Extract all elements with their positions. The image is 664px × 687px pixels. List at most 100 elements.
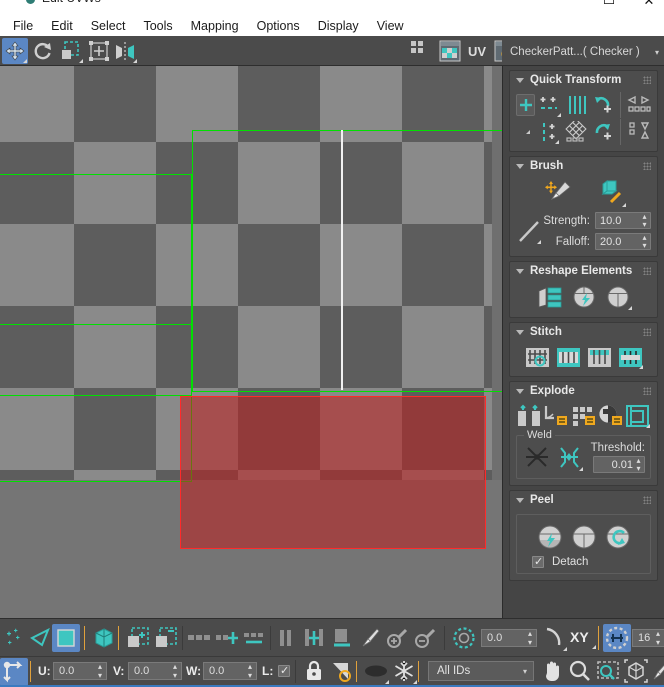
- pinch-ring-alt-button[interactable]: [328, 624, 356, 652]
- paint-select-inc-button[interactable]: [384, 624, 412, 652]
- straighten-vertical-icon[interactable]: [566, 92, 588, 118]
- explode-by-material-icon[interactable]: [598, 403, 624, 429]
- brush-falloff-input[interactable]: 20.0 ▴ ▾: [595, 233, 651, 250]
- rollout-header[interactable]: Peel: [510, 491, 657, 509]
- zoom-region-icon-button[interactable]: [594, 657, 622, 685]
- paint-select-dec-button[interactable]: [412, 624, 440, 652]
- rotate-counterclockwise-icon[interactable]: [592, 92, 614, 118]
- spinner-arrows[interactable]: ▴ ▾: [169, 662, 181, 680]
- spinner-arrows[interactable]: ▴ ▾: [633, 456, 644, 473]
- drag-grip-icon[interactable]: [643, 387, 651, 395]
- explode-by-polygon-icon[interactable]: [570, 403, 596, 429]
- collapse-triangle-icon[interactable]: [516, 329, 524, 335]
- shrink-selection-button[interactable]: [152, 624, 180, 652]
- flatten-element-icon[interactable]: [603, 283, 633, 311]
- show-map-in-viewport-button[interactable]: [437, 38, 463, 64]
- move-tool-button[interactable]: [2, 38, 28, 64]
- scale-tool-button[interactable]: [58, 38, 84, 64]
- element-sub-object-button[interactable]: [90, 624, 118, 652]
- pack-spinner-input[interactable]: 16 ▴ ▾: [632, 629, 664, 647]
- maximize-button[interactable]: ▭: [601, 0, 617, 8]
- detach-checkbox-row[interactable]: Detach: [522, 555, 645, 568]
- loop-grow-button[interactable]: [242, 624, 270, 652]
- drag-grip-icon[interactable]: [643, 162, 651, 170]
- paint-select-button[interactable]: [356, 624, 384, 652]
- rollout-header[interactable]: Explode: [510, 382, 657, 400]
- collapse-triangle-icon[interactable]: [516, 497, 524, 503]
- paint-move-brush-icon[interactable]: [541, 178, 575, 208]
- falloff-curve-button[interactable]: [540, 624, 568, 652]
- pinch-ring-button[interactable]: [300, 624, 328, 652]
- stitch-selected-icon[interactable]: [523, 344, 551, 370]
- align-horizontal-icon[interactable]: [539, 92, 561, 118]
- explode-by-element-icon[interactable]: [625, 403, 651, 429]
- collapse-triangle-icon[interactable]: [516, 163, 524, 169]
- align-vertical-icon[interactable]: [538, 119, 560, 145]
- edge-sub-object-button[interactable]: [26, 624, 54, 652]
- zoom-extents-selected-icon-button[interactable]: [648, 657, 664, 685]
- v-input[interactable]: 0.0 ▴ ▾: [128, 662, 182, 680]
- menu-display[interactable]: Display: [309, 17, 368, 35]
- lock-checkbox[interactable]: [278, 664, 290, 677]
- drag-grip-icon[interactable]: [643, 267, 651, 275]
- rollout-header[interactable]: Brush: [510, 157, 657, 175]
- explode-by-angle-icon[interactable]: [543, 403, 569, 429]
- selected-uv-shell[interactable]: [180, 396, 486, 549]
- pelt-map-icon[interactable]: [568, 522, 600, 552]
- u-input[interactable]: 0.0 ▴ ▾: [53, 662, 107, 680]
- stitch-custom-icon[interactable]: [554, 344, 582, 370]
- spinner-arrows[interactable]: ▴ ▾: [244, 662, 256, 680]
- spinner-arrows[interactable]: ▴ ▾: [639, 233, 650, 250]
- menu-mapping[interactable]: Mapping: [182, 17, 248, 35]
- collapse-triangle-icon[interactable]: [516, 388, 524, 394]
- relax-diamond-icon[interactable]: [564, 119, 588, 145]
- absolute-relative-toggle-button[interactable]: [0, 658, 28, 686]
- detach-checkbox[interactable]: [532, 555, 544, 568]
- menu-edit[interactable]: Edit: [42, 17, 82, 35]
- transform-pivot-icon[interactable]: [516, 94, 536, 116]
- rollout-header[interactable]: Quick Transform: [510, 71, 657, 89]
- falloff-curve-icon[interactable]: [516, 212, 543, 250]
- hide-icon-button[interactable]: [362, 657, 390, 685]
- drag-grip-icon[interactable]: [643, 496, 651, 504]
- menu-view[interactable]: View: [368, 17, 413, 35]
- uv-shell-outline[interactable]: [0, 324, 192, 482]
- mirror-tool-button[interactable]: [112, 38, 138, 64]
- face-sub-object-button[interactable]: [52, 624, 80, 652]
- menu-select[interactable]: Select: [82, 17, 135, 35]
- weld-threshold-input[interactable]: 0.01 ▴ ▾: [593, 456, 645, 473]
- filter-selected-faces-icon-button[interactable]: [328, 657, 356, 685]
- chevron-down-icon[interactable]: ▾: [650, 48, 664, 57]
- material-id-dropdown[interactable]: All IDs ▾: [428, 661, 534, 681]
- spinner-arrows[interactable]: ▴ ▾: [524, 629, 536, 647]
- weld-selected-icon[interactable]: [554, 444, 584, 472]
- pack-uvs-button[interactable]: [603, 624, 631, 652]
- quick-peel-icon[interactable]: [534, 522, 566, 552]
- break-apart-icon[interactable]: [516, 403, 542, 429]
- zoom-icon-button[interactable]: [566, 657, 594, 685]
- target-weld-icon[interactable]: [522, 444, 552, 472]
- stitch-diagonal-icon[interactable]: [616, 344, 644, 370]
- menu-tools[interactable]: Tools: [134, 17, 181, 35]
- xy-axis-label[interactable]: XY: [570, 629, 589, 645]
- rotate-clockwise-icon[interactable]: [592, 119, 614, 145]
- ring-grow-button[interactable]: [272, 624, 300, 652]
- rescale-elements-icon[interactable]: [535, 283, 565, 311]
- freeze-snowflake-icon-button[interactable]: [390, 657, 418, 685]
- flip-vertical-icon[interactable]: [627, 119, 651, 145]
- menu-file[interactable]: File: [4, 17, 42, 35]
- spinner-arrows[interactable]: ▴ ▾: [639, 212, 650, 229]
- rotate-tool-button[interactable]: [30, 38, 56, 64]
- brush-strength-input[interactable]: 10.0 ▴ ▾: [595, 212, 651, 229]
- angle-snap-input[interactable]: 0.0 ▴ ▾: [481, 629, 537, 647]
- material-dropdown[interactable]: CheckerPatt...( Checker ) ▾: [502, 40, 664, 64]
- soft-selection-icon[interactable]: [450, 624, 478, 652]
- padlock-icon-button[interactable]: [300, 657, 328, 685]
- loop-uv-button[interactable]: [186, 624, 214, 652]
- collapse-triangle-icon[interactable]: [516, 77, 524, 83]
- freeform-mode-button[interactable]: [86, 38, 112, 64]
- grow-selection-button[interactable]: [124, 624, 152, 652]
- collapse-triangle-icon[interactable]: [516, 268, 524, 274]
- drag-grip-icon[interactable]: [643, 328, 651, 336]
- vertex-sub-object-button[interactable]: [0, 624, 28, 652]
